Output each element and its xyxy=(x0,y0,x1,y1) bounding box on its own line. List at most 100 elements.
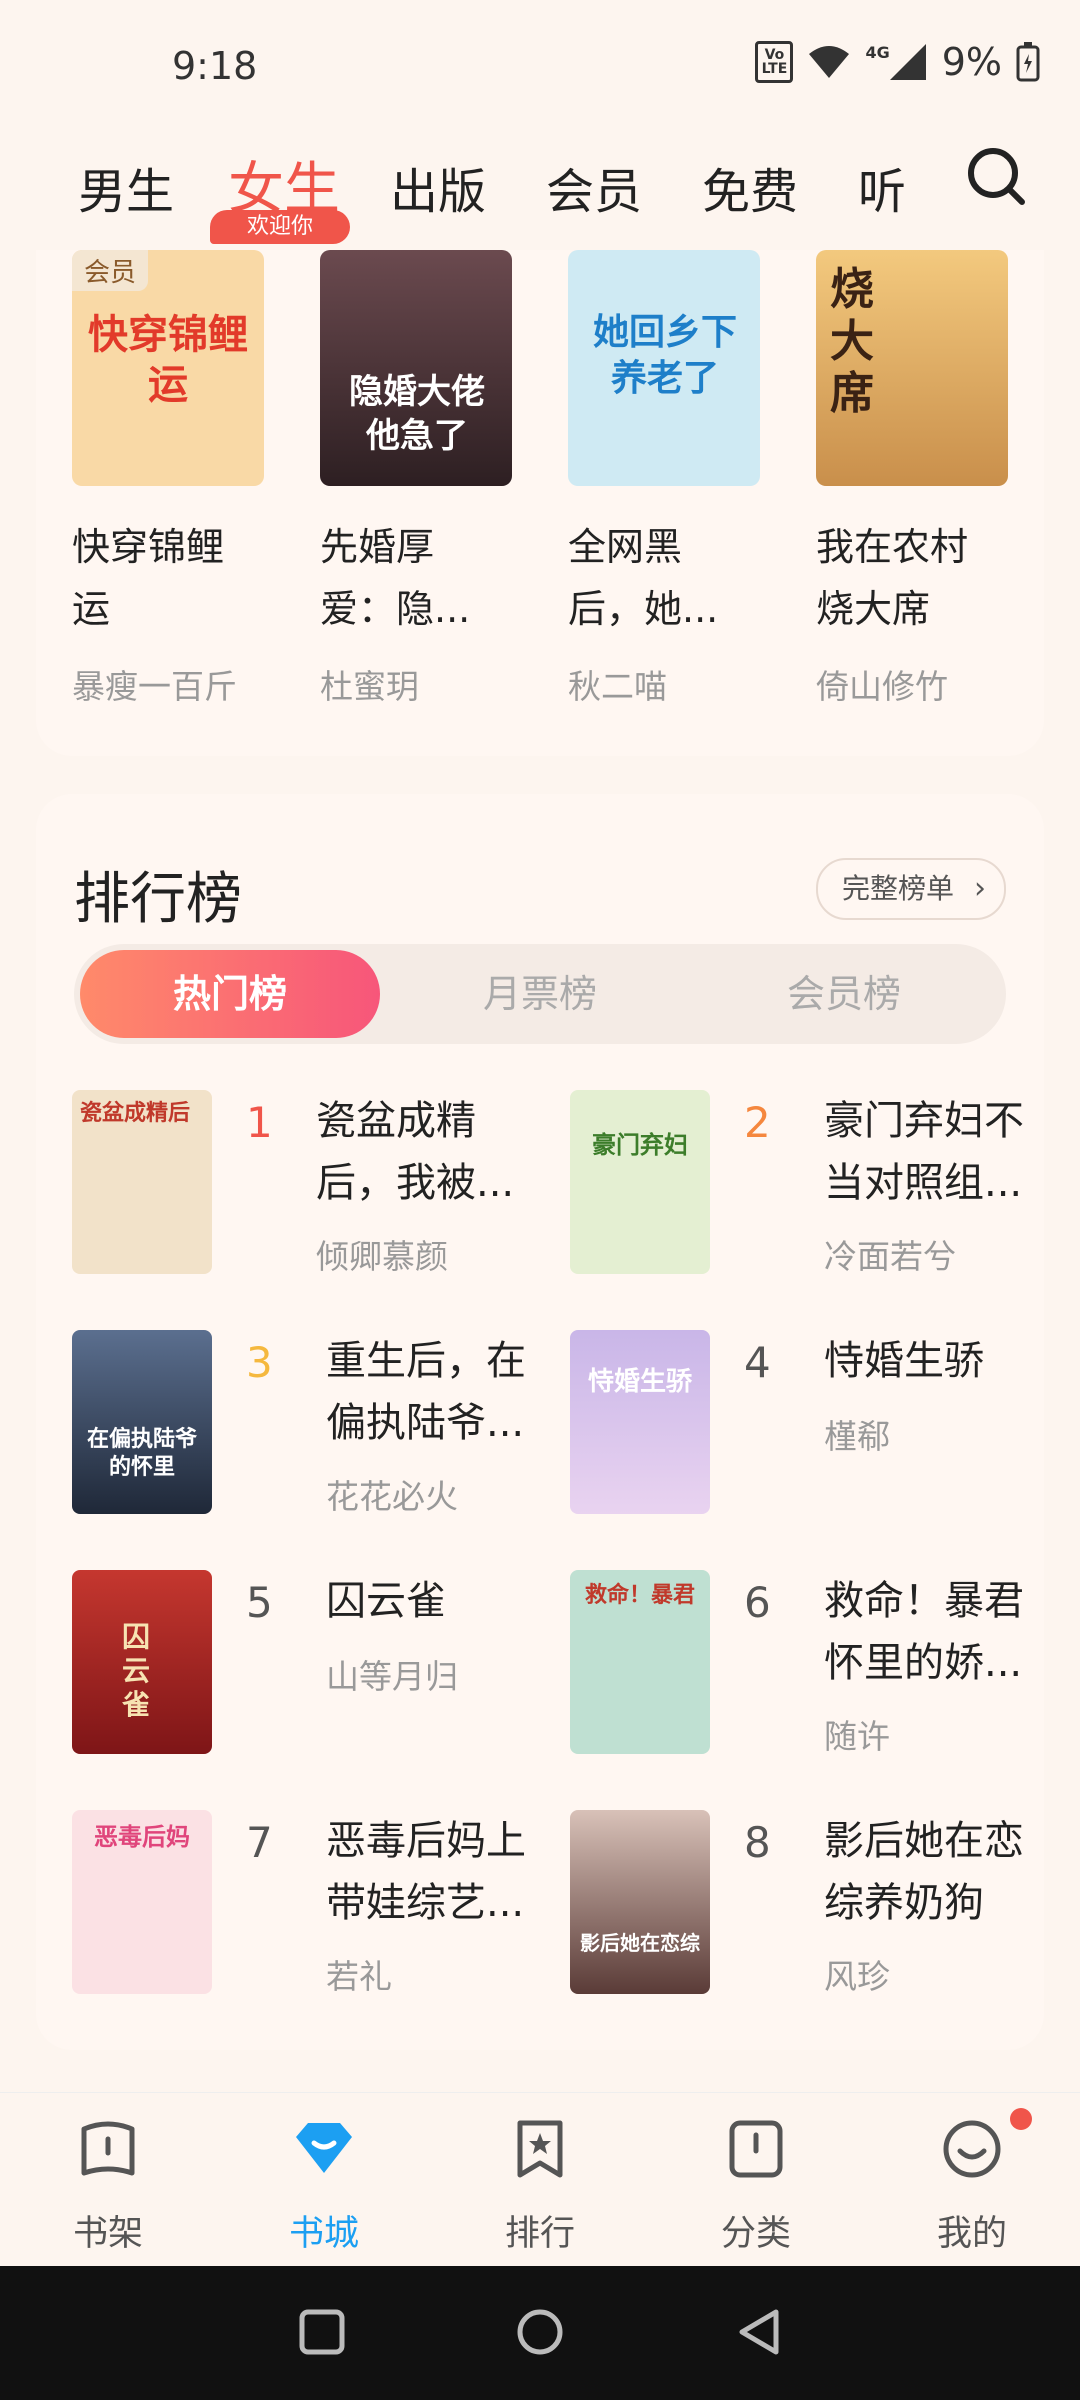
rank-author: 若礼 xyxy=(326,1957,392,1996)
rank-author: 花花必火 xyxy=(326,1477,458,1516)
rank-author: 风珍 xyxy=(824,1957,890,1996)
back-icon[interactable] xyxy=(736,2308,784,2356)
tab-free[interactable]: 免费 xyxy=(702,152,798,222)
rank-title: 救命！暴君 怀里的娇... xyxy=(824,1578,1024,1686)
welcome-badge: 欢迎你 xyxy=(210,210,350,244)
cover-text: 恶毒后妈 xyxy=(94,1823,190,1851)
battery-icon xyxy=(1016,42,1040,82)
cover-text: 隐婚大佬他急了 xyxy=(349,372,485,456)
nav-label: 我的 xyxy=(936,2214,1007,2254)
book-card-2[interactable]: 隐婚大佬他急了 先婚厚 爱：隐... 杜蜜玥 xyxy=(320,250,516,708)
bottom-nav: 书架 书城 排行 分类 我的 xyxy=(0,2092,1080,2268)
nav-bookshelf[interactable]: 书架 xyxy=(0,2093,216,2268)
rank-author: 倾卿慕颜 xyxy=(316,1237,448,1276)
rank-item-4[interactable]: 恃婚生骄 4 恃婚生骄 槿郗 xyxy=(570,1330,1040,1530)
bookshelf-icon xyxy=(81,2121,135,2176)
rank-number: 8 xyxy=(744,1818,771,1867)
tab-publish[interactable]: 出版 xyxy=(390,152,486,222)
book-title: 先婚厚 爱：隐... xyxy=(320,525,471,631)
chevron-right-icon: › xyxy=(974,871,986,906)
recommend-card: 会员 快穿锦鲤运 快穿锦鲤运 暴瘦一百斤 隐婚大佬他急了 先婚厚 爱：隐... 杜… xyxy=(36,250,1044,756)
notification-dot xyxy=(1010,2108,1032,2130)
book-cover: 烧大席 xyxy=(816,250,1008,486)
rank-title: 恃婚生骄 xyxy=(824,1338,984,1384)
rank-title: 恶毒后妈上 带娃综艺... xyxy=(326,1818,526,1926)
book-cover: 在偏执陆爷的怀里 xyxy=(72,1330,212,1514)
bookmark-star-icon xyxy=(517,2120,563,2178)
book-cover: 救命！暴君 xyxy=(570,1570,710,1754)
ranking-segment-control: 热门榜 月票榜 会员榜 xyxy=(74,944,1006,1044)
book-cover: 她回乡下养老了 xyxy=(568,250,760,486)
book-cover: 豪门弃妇 xyxy=(570,1090,710,1274)
smile-icon xyxy=(943,2120,1001,2178)
status-icons: Vo LTE 4G 9% xyxy=(755,40,1040,84)
rank-number: 2 xyxy=(744,1098,771,1147)
book-author: 秋二喵 xyxy=(568,667,667,706)
book-cover: 隐婚大佬他急了 xyxy=(320,250,512,486)
cover-text: 快穿锦鲤运 xyxy=(88,312,248,408)
nav-profile[interactable]: 我的 xyxy=(864,2093,1080,2268)
book-author: 杜蜜玥 xyxy=(320,667,419,706)
book-cover: 恃婚生骄 xyxy=(570,1330,710,1514)
system-nav-bar xyxy=(0,2266,1080,2400)
rank-title: 囚云雀 xyxy=(326,1578,446,1624)
home-icon[interactable] xyxy=(516,2308,564,2356)
cover-text: 救命！暴君 xyxy=(584,1583,695,1608)
nav-category[interactable]: 分类 xyxy=(648,2093,864,2268)
cover-text: 囚云雀 xyxy=(122,1620,151,1721)
nav-bookstore[interactable]: 书城 xyxy=(216,2093,432,2268)
nav-label: 书架 xyxy=(72,2214,143,2254)
book-card-1[interactable]: 会员 快穿锦鲤运 快穿锦鲤运 暴瘦一百斤 xyxy=(72,250,268,708)
tab-male[interactable]: 男生 xyxy=(78,152,174,222)
nav-label: 书城 xyxy=(288,2214,359,2254)
network-type: 4G xyxy=(865,42,890,62)
book-card-4[interactable]: 烧大席 我在农村 烧大席 倚山修竹 xyxy=(816,250,1012,708)
rank-author: 槿郗 xyxy=(824,1417,890,1456)
rank-number: 6 xyxy=(744,1578,771,1627)
rank-title: 重生后，在 偏执陆爷... xyxy=(326,1338,526,1446)
book-cover: 瓷盆成精后 xyxy=(72,1090,212,1274)
rank-item-8[interactable]: 影后她在恋综 8 影后她在恋 综养奶狗 风珍 xyxy=(570,1810,1040,2010)
book-cover: 囚云雀 xyxy=(72,1570,212,1754)
tab-vip[interactable]: 会员 xyxy=(546,152,642,222)
rank-item-3[interactable]: 在偏执陆爷的怀里 3 重生后，在 偏执陆爷... 花花必火 xyxy=(72,1330,542,1530)
rank-title: 豪门弃妇不 当对照组... xyxy=(824,1098,1024,1206)
search-icon[interactable] xyxy=(966,146,1026,206)
segment-hot[interactable]: 热门榜 xyxy=(80,944,380,1044)
cover-text: 恃婚生骄 xyxy=(587,1367,692,1397)
book-title: 全网黑 后，她... xyxy=(568,525,719,631)
book-author: 暴瘦一百斤 xyxy=(72,667,237,706)
vip-tag: 会员 xyxy=(72,250,149,291)
bookstore-icon xyxy=(296,2123,352,2173)
full-list-button[interactable]: 完整榜单 › xyxy=(815,858,1006,920)
cover-text: 影后她在恋综 xyxy=(580,1931,700,1955)
status-bar: 9:18 Vo LTE 4G 9% xyxy=(0,0,1080,130)
rank-item-5[interactable]: 囚云雀 5 囚云雀 山等月归 xyxy=(72,1570,542,1770)
nav-label: 分类 xyxy=(720,2214,791,2254)
tab-audio[interactable]: 听书 xyxy=(858,152,930,222)
rank-author: 山等月归 xyxy=(326,1657,458,1696)
rank-number: 7 xyxy=(246,1818,273,1867)
book-cover: 影后她在恋综 xyxy=(570,1810,710,1994)
cover-text: 在偏执陆爷的怀里 xyxy=(86,1427,197,1480)
recent-apps-icon[interactable] xyxy=(298,2308,346,2356)
rank-author: 冷面若兮 xyxy=(824,1237,956,1276)
segment-monthly[interactable]: 月票榜 xyxy=(390,944,690,1044)
segment-vip[interactable]: 会员榜 xyxy=(694,944,994,1044)
rank-item-1[interactable]: 瓷盆成精后 1 瓷盆成精 后，我被... 倾卿慕颜 xyxy=(72,1090,542,1290)
signal-icon xyxy=(889,44,926,80)
cover-text: 她回乡下养老了 xyxy=(592,312,737,399)
rank-title: 瓷盆成精 后，我被... xyxy=(316,1098,515,1206)
book-card-3[interactable]: 她回乡下养老了 全网黑 后，她... 秋二喵 xyxy=(568,250,764,708)
rank-author: 随许 xyxy=(824,1717,890,1756)
nav-ranking[interactable]: 排行 xyxy=(432,2093,648,2268)
top-tab-bar: 男生 女生 出版 会员 免费 听书 xyxy=(0,130,1080,250)
rank-item-2[interactable]: 豪门弃妇 2 豪门弃妇不 当对照组... 冷面若兮 xyxy=(570,1090,1040,1290)
ranking-title: 排行榜 xyxy=(74,867,242,932)
rank-item-7[interactable]: 恶毒后妈 7 恶毒后妈上 带娃综艺... 若礼 xyxy=(72,1810,542,2010)
cover-text: 烧大席 xyxy=(830,264,874,419)
wifi-icon xyxy=(809,46,850,78)
full-list-label: 完整榜单 xyxy=(841,872,954,905)
rank-item-6[interactable]: 救命！暴君 6 救命！暴君 怀里的娇... 随许 xyxy=(570,1570,1040,1770)
cover-text: 豪门弃妇 xyxy=(592,1131,688,1159)
